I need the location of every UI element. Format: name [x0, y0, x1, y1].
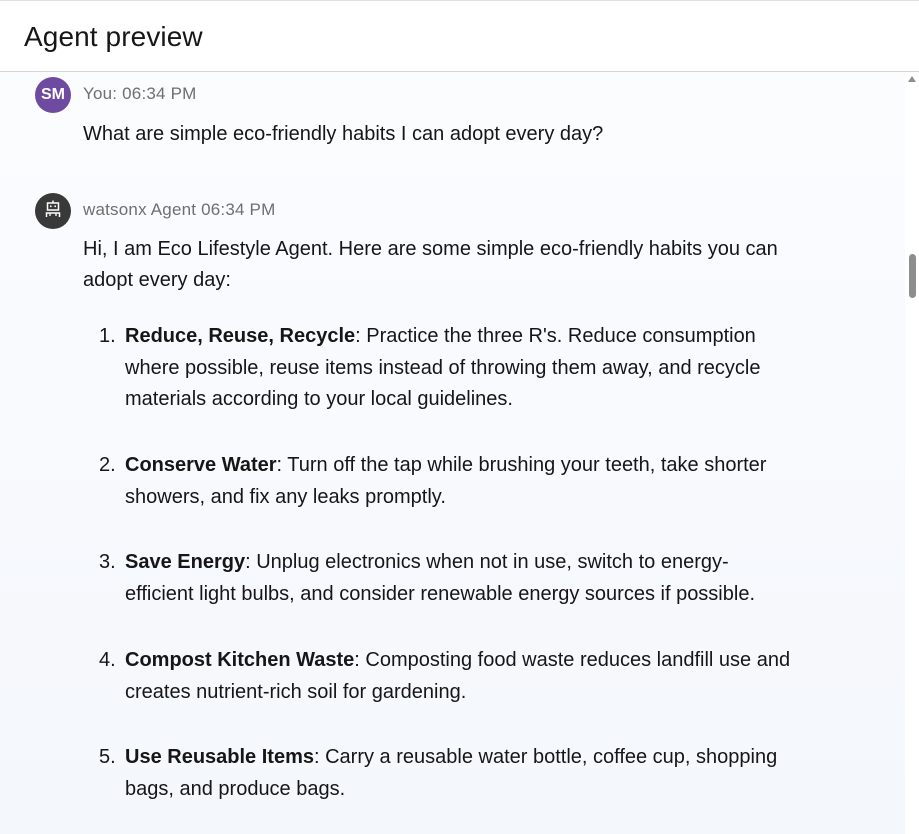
- list-item-line: efficient light bulbs, and consider rene…: [125, 582, 755, 605]
- list-item-body: Compost Kitchen Waste: Composting food w…: [125, 645, 825, 708]
- list-item-body: Conserve Water: Turn off the tap while b…: [125, 450, 825, 513]
- list-item-number: 3.: [99, 551, 116, 573]
- list-item-title: Use Reusable Items: [125, 746, 314, 768]
- list-item-line: Reduce, Reuse, Recycle: Practice the thr…: [125, 321, 825, 353]
- list-item-title: Reduce, Reuse, Recycle: [125, 325, 356, 347]
- list-item-text: : Turn off the tap while brushing your t…: [276, 454, 767, 476]
- agent-message-meta: watsonx Agent 06:34 PM: [83, 200, 276, 219]
- list-item-body: Save Energy: Unplug electronics when not…: [125, 547, 825, 610]
- list-item-text: : Practice the three R's. Reduce consump…: [355, 325, 756, 347]
- list-item-number: 5.: [99, 746, 116, 768]
- list-item-line: Use Reusable Items: Carry a reusable wat…: [125, 742, 825, 774]
- agent-avatar: [35, 193, 71, 229]
- user-avatar: SM: [35, 77, 71, 113]
- list-item-text: : Composting food waste reduces landfill…: [354, 649, 791, 671]
- user-message-meta: You: 06:34 PM: [83, 84, 197, 103]
- chat-transcript[interactable]: SM You: 06:34 PM What are simple eco-fri…: [0, 72, 905, 834]
- list-item-number: 2.: [99, 454, 116, 476]
- user-message-text: What are simple eco-friendly habits I ca…: [83, 123, 604, 145]
- robot-icon: [43, 199, 63, 224]
- list-item-title: Save Energy: [125, 551, 246, 573]
- chat-scrollbar[interactable]: [905, 72, 919, 834]
- list-item-line: creates nutrient-rich soil for gardening…: [125, 680, 467, 703]
- agent-preview-panel: Agent preview SM You: 06:34 PM What are …: [0, 0, 919, 834]
- list-item-line: materials according to your local guidel…: [125, 388, 513, 410]
- list-item-body: Use Reusable Items: Carry a reusable wat…: [125, 742, 825, 805]
- list-item-body: Reduce, Reuse, Recycle: Practice the thr…: [125, 321, 825, 416]
- panel-header: Agent preview: [0, 1, 919, 72]
- list-item-line: Compost Kitchen Waste: Composting food w…: [125, 645, 825, 677]
- list-item-line: Conserve Water: Turn off the tap while b…: [125, 450, 825, 482]
- list-item-title: Compost Kitchen Waste: [125, 649, 355, 671]
- scrollbar-thumb[interactable]: [909, 254, 916, 298]
- list-item-line: where possible, reuse items instead of t…: [125, 356, 761, 379]
- agent-message-intro: Hi, I am Eco Lifestyle Agent. Here are s…: [83, 238, 778, 291]
- list-item-number: 1.: [99, 325, 116, 347]
- list-item-text: : Carry a reusable water bottle, coffee …: [313, 746, 778, 768]
- list-item-line: Save Energy: Unplug electronics when not…: [125, 547, 825, 579]
- list-item-number: 4.: [99, 649, 116, 671]
- list-item-title: Conserve Water: [125, 454, 277, 476]
- page-title: Agent preview: [24, 21, 203, 52]
- list-item-line: showers, and fix any leaks promptly.: [125, 485, 446, 508]
- user-avatar-initials: SM: [41, 86, 65, 103]
- scroll-up-arrow-icon[interactable]: [908, 76, 916, 82]
- list-item-text: : Unplug electronics when not in use, sw…: [245, 551, 729, 573]
- list-item-line: bags, and produce bags.: [125, 777, 346, 800]
